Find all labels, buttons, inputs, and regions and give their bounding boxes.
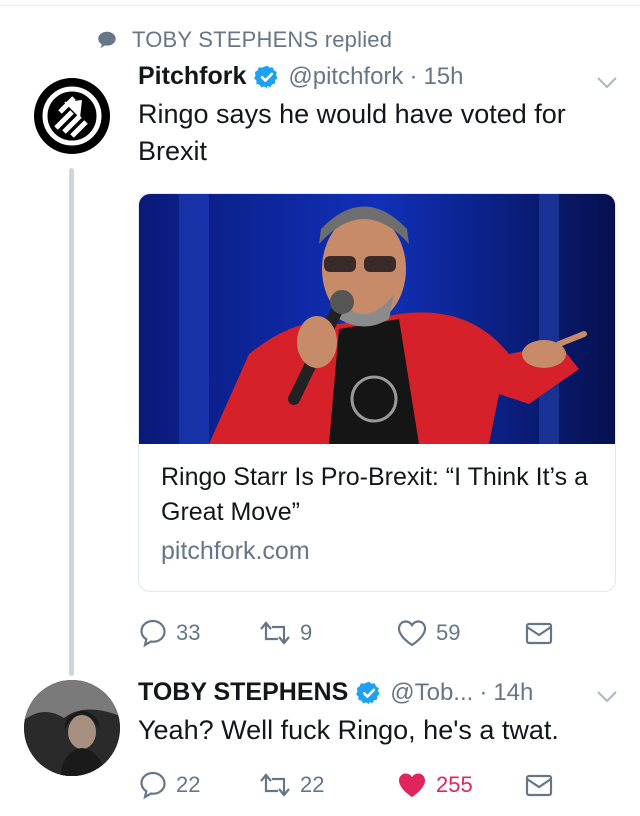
tweet1-timestamp[interactable]: 15h — [423, 63, 463, 91]
retweet-count: 9 — [300, 620, 313, 645]
verified-badge-icon — [356, 681, 380, 704]
like-count: 255 — [436, 772, 473, 797]
retweet-icon — [260, 773, 290, 797]
tweet2-timestamp[interactable]: 14h — [493, 679, 533, 707]
link-card[interactable]: Ringo Starr Is Pro-Brexit: “I Think It’s… — [138, 193, 616, 592]
message-button[interactable] — [524, 768, 554, 802]
tweet1-text: Ringo says he would have voted for Brexi… — [138, 99, 566, 166]
retweet-button[interactable]: 9 — [258, 616, 312, 650]
chevron-down-icon[interactable] — [596, 690, 618, 704]
like-count: 59 — [436, 620, 461, 645]
tweet1-header: Pitchfork @pitchfork · 15h — [138, 62, 463, 91]
top-divider — [0, 0, 640, 6]
tweet2-handle[interactable]: @Tob... — [390, 679, 473, 707]
like-button[interactable]: 59 — [396, 616, 460, 650]
toby-stephens-avatar[interactable] — [24, 680, 120, 776]
retweet-count: 22 — [300, 772, 325, 797]
like-button[interactable]: 255 — [396, 768, 473, 802]
separator-dot: · — [479, 678, 488, 706]
avatar-photo — [24, 680, 120, 776]
envelope-icon — [525, 774, 553, 797]
card-image — [139, 194, 615, 444]
message-button[interactable] — [524, 616, 554, 650]
envelope-icon — [525, 622, 553, 645]
reply-button[interactable]: 22 — [138, 768, 200, 802]
tweet2-text: Yeah? Well fuck Ringo, he's a twat. — [138, 715, 559, 745]
tweet1-handle[interactable]: @pitchfork — [288, 63, 403, 91]
chevron-down-icon[interactable] — [596, 76, 618, 90]
retweet-button[interactable]: 22 — [258, 768, 324, 802]
retweet-icon — [260, 621, 290, 645]
pitchfork-logo-icon — [42, 86, 102, 146]
heart-filled-icon — [399, 773, 425, 797]
tweet2-actions: 22 22 255 — [138, 768, 618, 802]
tweet1-actions: 33 9 59 — [138, 616, 618, 650]
pitchfork-avatar[interactable] — [34, 78, 110, 154]
reply-count: 33 — [176, 620, 201, 645]
card-domain: pitchfork.com — [161, 537, 310, 565]
reply-button[interactable]: 33 — [138, 616, 200, 650]
thread-line — [69, 168, 74, 676]
reply-icon — [140, 771, 166, 800]
reply-context: TOBY STEPHENS replied — [96, 27, 393, 52]
reply-count: 22 — [176, 772, 201, 797]
reply-icon — [140, 619, 166, 648]
separator-dot: · — [409, 62, 418, 90]
heart-icon — [397, 620, 427, 647]
reply-context-text: TOBY STEPHENS replied — [132, 27, 393, 52]
verified-badge-icon — [254, 65, 278, 88]
card-title: Ringo Starr Is Pro-Brexit: “I Think It’s… — [161, 463, 588, 526]
tweet2-author-name[interactable]: TOBY STEPHENS — [138, 678, 348, 707]
speech-bubble-icon — [98, 31, 116, 49]
tweet1-author-name[interactable]: Pitchfork — [138, 62, 246, 91]
tweet2-header: TOBY STEPHENS @Tob... · 14h — [138, 678, 533, 707]
